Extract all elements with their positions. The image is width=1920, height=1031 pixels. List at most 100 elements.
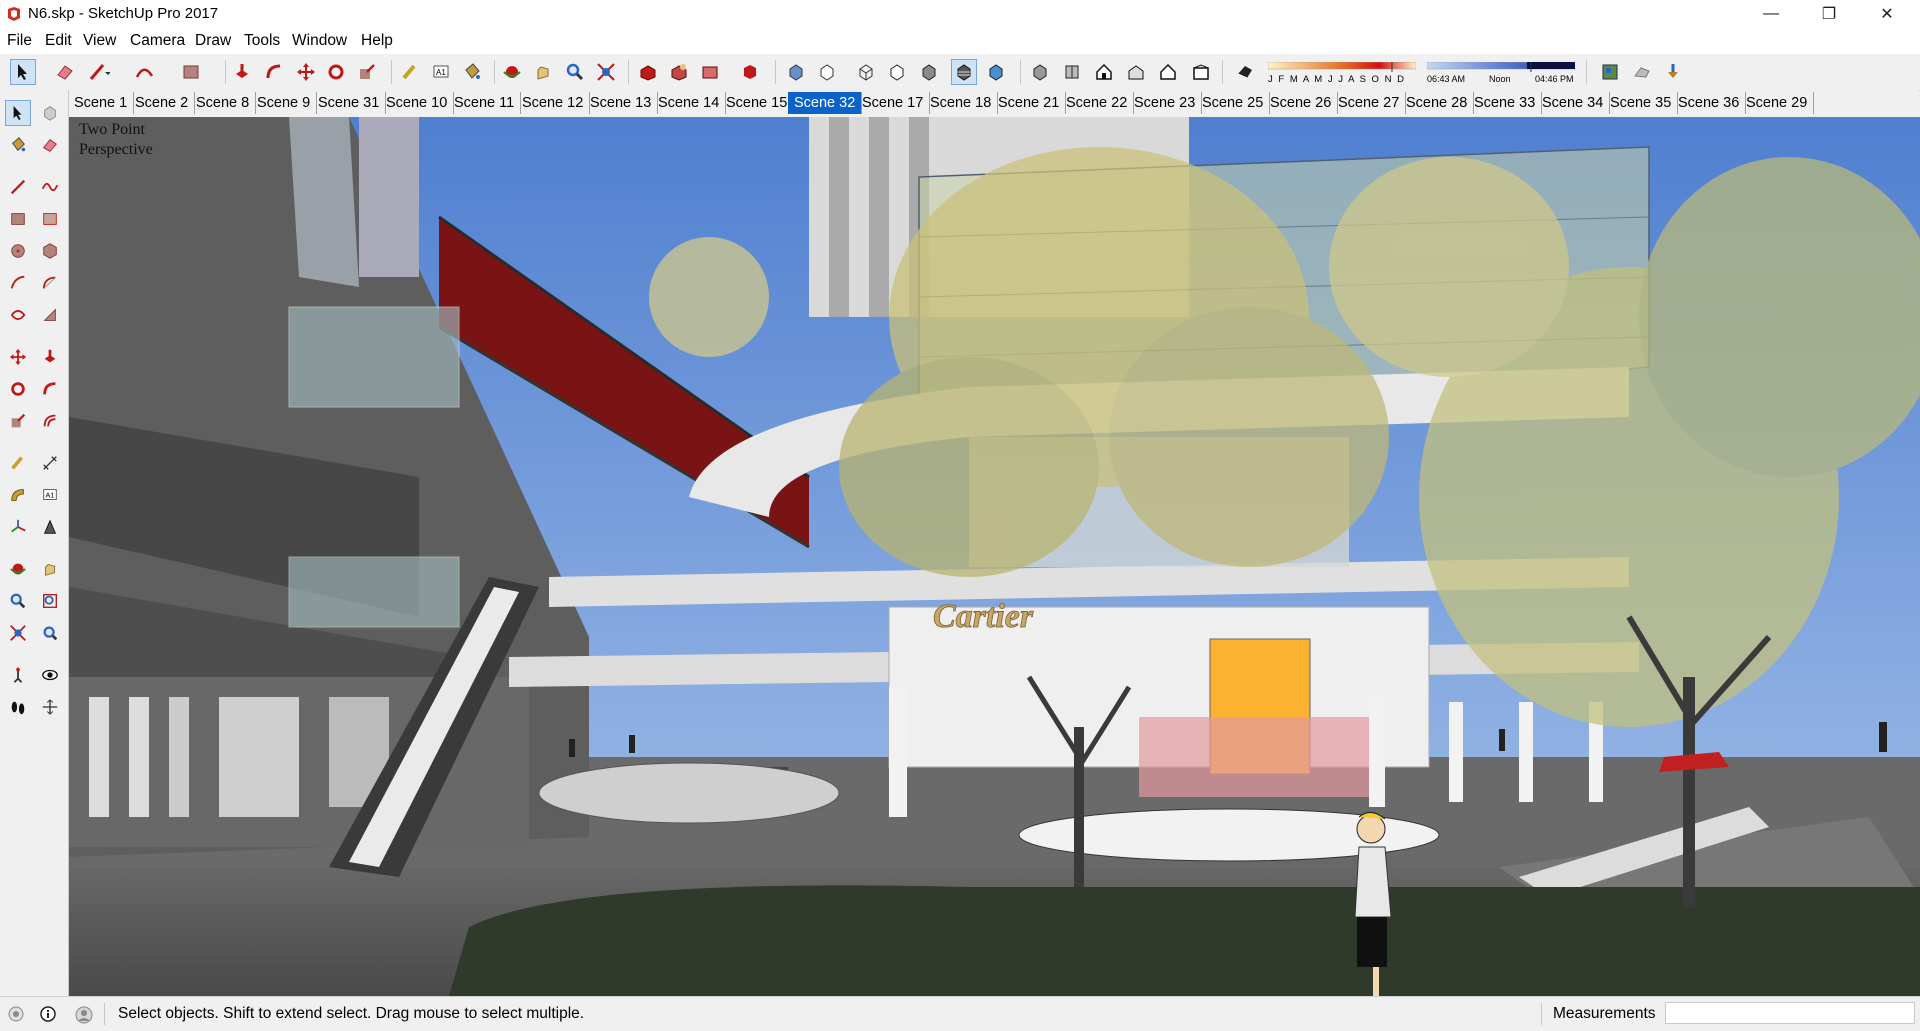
select-tool-icon[interactable] bbox=[10, 59, 36, 85]
scene-tab-31[interactable]: Scene 31 bbox=[312, 92, 387, 114]
arc-icon[interactable] bbox=[5, 270, 31, 296]
menu-file[interactable]: File bbox=[7, 32, 32, 50]
rectangle-icon[interactable] bbox=[5, 206, 31, 232]
orbit-tool-icon[interactable] bbox=[499, 59, 525, 85]
scene-tab-34[interactable]: Scene 34 bbox=[1536, 92, 1611, 114]
line-icon[interactable] bbox=[5, 174, 31, 200]
user-account-icon[interactable] bbox=[75, 1006, 93, 1024]
follow-me-icon[interactable] bbox=[37, 376, 63, 402]
scene-tab-33[interactable]: Scene 33 bbox=[1468, 92, 1543, 114]
two-point-arc-icon[interactable] bbox=[37, 270, 63, 296]
orbit-icon[interactable] bbox=[5, 556, 31, 582]
scene-tab-22[interactable]: Scene 22 bbox=[1060, 92, 1135, 114]
menu-draw[interactable]: Draw bbox=[195, 32, 231, 50]
iso-view-icon[interactable] bbox=[1027, 59, 1053, 85]
display-shadows-icon[interactable] bbox=[1232, 59, 1258, 85]
three-point-arc-icon[interactable] bbox=[5, 302, 31, 328]
dimension-icon[interactable] bbox=[37, 450, 63, 476]
scene-tab-36[interactable]: Scene 36 bbox=[1672, 92, 1747, 114]
zoom-tool-icon[interactable] bbox=[562, 59, 588, 85]
pan-tool-icon[interactable] bbox=[530, 59, 556, 85]
menu-view[interactable]: View bbox=[83, 32, 116, 50]
menu-help[interactable]: Help bbox=[361, 32, 393, 50]
eraser-tool-icon[interactable] bbox=[52, 59, 78, 85]
previous-view-icon[interactable] bbox=[37, 620, 63, 646]
scene-tab-25[interactable]: Scene 25 bbox=[1196, 92, 1271, 114]
show-terrain-icon[interactable] bbox=[1629, 59, 1655, 85]
paint-bucket-tool-icon[interactable] bbox=[459, 59, 485, 85]
scene-tab-13[interactable]: Scene 13 bbox=[584, 92, 659, 114]
menu-edit[interactable]: Edit bbox=[45, 32, 72, 50]
scene-tab-28[interactable]: Scene 28 bbox=[1400, 92, 1475, 114]
credits-info-icon[interactable] bbox=[40, 1006, 56, 1022]
left-view-icon[interactable] bbox=[1188, 59, 1214, 85]
scene-tab-23[interactable]: Scene 23 bbox=[1128, 92, 1203, 114]
scene-tab-9[interactable]: Scene 9 bbox=[251, 92, 318, 114]
extension-warehouse-icon[interactable] bbox=[737, 59, 763, 85]
share-model-icon[interactable] bbox=[697, 59, 723, 85]
paint-bucket-icon[interactable] bbox=[5, 132, 31, 158]
xray-style-icon[interactable] bbox=[783, 59, 809, 85]
scene-tab-1[interactable]: Scene 1 bbox=[68, 92, 135, 114]
rotate-tool-icon[interactable] bbox=[323, 59, 349, 85]
scene-tab-26[interactable]: Scene 26 bbox=[1264, 92, 1339, 114]
model-viewport[interactable]: Cartier Two Point Perspective bbox=[69, 117, 1920, 996]
scene-tab-8[interactable]: Scene 8 bbox=[190, 92, 257, 114]
push-pull-icon[interactable] bbox=[37, 344, 63, 370]
menu-camera[interactable]: Camera bbox=[130, 32, 185, 50]
protractor-icon[interactable] bbox=[5, 482, 31, 508]
select-tool-icon[interactable] bbox=[5, 100, 31, 126]
3d-text-icon[interactable] bbox=[37, 514, 63, 540]
pie-icon[interactable] bbox=[37, 302, 63, 328]
follow-me-tool-icon[interactable] bbox=[261, 59, 287, 85]
scene-tab-29[interactable]: Scene 29 bbox=[1740, 92, 1815, 114]
hidden-line-style-icon[interactable] bbox=[884, 59, 910, 85]
3d-warehouse-icon[interactable] bbox=[635, 59, 661, 85]
polygon-icon[interactable] bbox=[37, 238, 63, 264]
restore-icon[interactable]: ❐ bbox=[1800, 0, 1858, 28]
minimize-icon[interactable]: — bbox=[1742, 0, 1800, 28]
zoom-extents-icon[interactable] bbox=[5, 620, 31, 646]
scene-tab-14[interactable]: Scene 14 bbox=[652, 92, 727, 114]
shaded-style-icon[interactable] bbox=[916, 59, 942, 85]
scene-tab-27[interactable]: Scene 27 bbox=[1332, 92, 1407, 114]
geo-location-icon[interactable] bbox=[1597, 59, 1623, 85]
move-tool-icon[interactable] bbox=[293, 59, 319, 85]
menu-tools[interactable]: Tools bbox=[244, 32, 280, 50]
scene-tab-12[interactable]: Scene 12 bbox=[516, 92, 591, 114]
shaded-with-textures-style-icon[interactable] bbox=[951, 59, 977, 85]
add-location-icon[interactable] bbox=[1660, 59, 1686, 85]
walk-icon[interactable] bbox=[5, 694, 31, 720]
menu-window[interactable]: Window bbox=[292, 32, 347, 50]
arc-tool-icon[interactable] bbox=[132, 59, 158, 85]
make-component-icon[interactable] bbox=[37, 100, 63, 126]
tape-measure-icon[interactable] bbox=[5, 450, 31, 476]
move-icon[interactable] bbox=[5, 344, 31, 370]
pan-icon[interactable] bbox=[37, 556, 63, 582]
scale-tool-icon[interactable] bbox=[354, 59, 380, 85]
section-plane-icon[interactable] bbox=[37, 694, 63, 720]
share-component-icon[interactable] bbox=[666, 59, 692, 85]
close-icon[interactable]: ✕ bbox=[1858, 0, 1916, 28]
text-tool-icon[interactable]: A1 bbox=[428, 59, 454, 85]
scene-tab-2[interactable]: Scene 2 bbox=[129, 92, 196, 114]
scale-icon[interactable] bbox=[5, 408, 31, 434]
back-view-icon[interactable] bbox=[1155, 59, 1181, 85]
measurements-input[interactable] bbox=[1665, 1002, 1915, 1024]
push-pull-tool-icon[interactable] bbox=[229, 59, 255, 85]
zoom-icon[interactable] bbox=[5, 588, 31, 614]
circle-icon[interactable] bbox=[5, 238, 31, 264]
scene-tab-10[interactable]: Scene 10 bbox=[380, 92, 455, 114]
text-icon[interactable]: A1 bbox=[37, 482, 63, 508]
right-view-icon[interactable] bbox=[1123, 59, 1149, 85]
freehand-icon[interactable] bbox=[37, 174, 63, 200]
axes-icon[interactable] bbox=[5, 514, 31, 540]
scene-tab-15[interactable]: Scene 15 bbox=[720, 92, 795, 114]
scene-tab-32[interactable]: Scene 32 bbox=[788, 92, 863, 114]
rotated-rectangle-icon[interactable] bbox=[37, 206, 63, 232]
monochrome-style-icon[interactable] bbox=[983, 59, 1009, 85]
geo-location-status-icon[interactable] bbox=[8, 1006, 24, 1022]
scene-tab-21[interactable]: Scene 21 bbox=[992, 92, 1067, 114]
scene-tab-11[interactable]: Scene 11 bbox=[448, 92, 522, 114]
scene-tab-18[interactable]: Scene 18 bbox=[924, 92, 999, 114]
